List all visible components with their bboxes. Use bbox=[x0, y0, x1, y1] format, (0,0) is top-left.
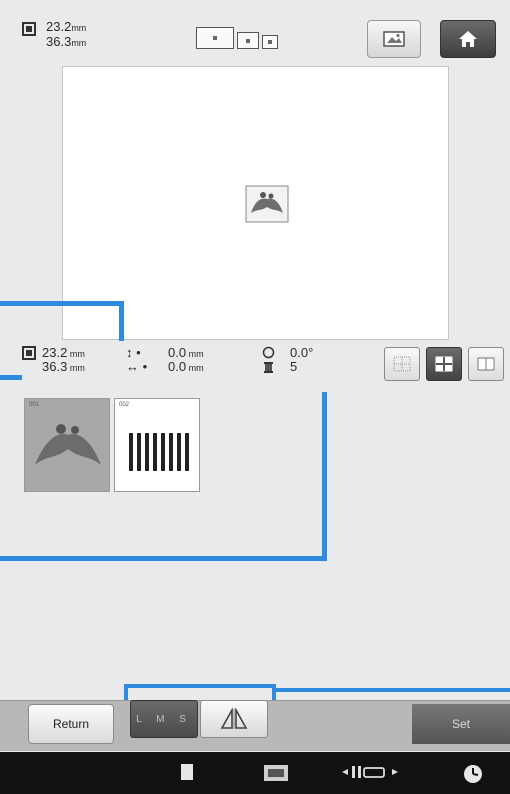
pattern-size-icon bbox=[22, 346, 36, 360]
lms-size-button[interactable]: L M S bbox=[130, 700, 198, 738]
thumbnail-number: 002 bbox=[119, 402, 130, 408]
pattern-height: 36.3 bbox=[46, 34, 72, 49]
horizontal-offset-arrow: ↔ • bbox=[126, 359, 148, 374]
barcode-pattern-image bbox=[129, 433, 189, 471]
pattern-thumbnail[interactable]: 002 bbox=[114, 398, 200, 492]
machine-status-bar bbox=[0, 752, 510, 794]
callout-box bbox=[124, 684, 276, 688]
pattern-size-readout: 23.2mm 36.3mm bbox=[22, 20, 86, 50]
hoop-center-icon bbox=[213, 36, 217, 40]
callout-line bbox=[119, 301, 124, 341]
vertical-offset-unit: mm bbox=[188, 349, 204, 359]
image-view-icon bbox=[383, 31, 405, 47]
grid-icon bbox=[435, 356, 453, 372]
rotation-angle: 0.0° bbox=[290, 345, 314, 360]
horizontal-offset-unit: mm bbox=[188, 363, 204, 373]
layout-view-buttons bbox=[384, 347, 504, 381]
callout-line bbox=[322, 392, 327, 560]
pattern-size-icon bbox=[22, 22, 36, 36]
hoop-medium[interactable] bbox=[237, 32, 259, 49]
thumbnail-number: 001 bbox=[29, 402, 40, 408]
home-button[interactable] bbox=[440, 20, 496, 58]
pattern-width: 23.2 bbox=[46, 19, 72, 34]
home-icon bbox=[459, 31, 477, 47]
mirror-button[interactable] bbox=[200, 700, 268, 738]
hoop-small[interactable] bbox=[262, 35, 278, 49]
info-height-unit: mm bbox=[69, 363, 85, 373]
grid-off-button[interactable] bbox=[384, 347, 420, 381]
image-view-button[interactable] bbox=[367, 20, 421, 58]
clock-icon bbox=[464, 765, 482, 783]
rotate-icon bbox=[262, 346, 275, 359]
vertical-offset: 0.0 bbox=[168, 345, 187, 360]
grid-icon bbox=[393, 356, 411, 372]
embroidery-pattern-preview bbox=[245, 185, 289, 223]
hoop-size-selector[interactable] bbox=[196, 27, 278, 49]
thread-color-count: 5 bbox=[290, 359, 298, 374]
thread-color-icon bbox=[264, 362, 273, 373]
horizontal-offset: 0.0 bbox=[168, 359, 187, 374]
info-width: 23.2 bbox=[42, 345, 68, 360]
grid-on-button[interactable] bbox=[426, 347, 462, 381]
pattern-width-unit: mm bbox=[71, 23, 87, 33]
return-button[interactable]: Return bbox=[28, 704, 114, 744]
mirror-icon bbox=[220, 708, 248, 729]
callout-line bbox=[276, 688, 510, 692]
needle-mode-icon bbox=[342, 766, 398, 778]
callout-line bbox=[0, 556, 327, 561]
split-view-button[interactable] bbox=[468, 347, 504, 381]
pattern-preview-area[interactable] bbox=[62, 66, 449, 340]
hoop-center-icon bbox=[268, 40, 272, 44]
bobbin-icon bbox=[264, 765, 288, 781]
page-icon bbox=[181, 764, 193, 780]
vertical-offset-arrow: ↕ • bbox=[126, 345, 141, 360]
hoop-large[interactable] bbox=[196, 27, 234, 49]
hoop-center-icon bbox=[246, 38, 250, 43]
pattern-thumbnail-image bbox=[35, 424, 101, 465]
info-width-unit: mm bbox=[69, 349, 85, 359]
embroidery-edit-screen: 23.2mm 36.3mm 23.2 mm 36.3 mm ↕ • ↔ • 0.… bbox=[0, 0, 510, 794]
pattern-thumbnail[interactable]: 001 bbox=[24, 398, 110, 492]
callout-line bbox=[0, 375, 22, 380]
split-view-icon bbox=[477, 357, 495, 371]
info-height: 36.3 bbox=[42, 359, 68, 374]
pattern-thumbnail-list: 001 002 bbox=[24, 398, 200, 492]
pattern-height-unit: mm bbox=[71, 38, 87, 48]
set-button[interactable]: Set bbox=[412, 704, 510, 744]
callout-line bbox=[0, 301, 124, 306]
